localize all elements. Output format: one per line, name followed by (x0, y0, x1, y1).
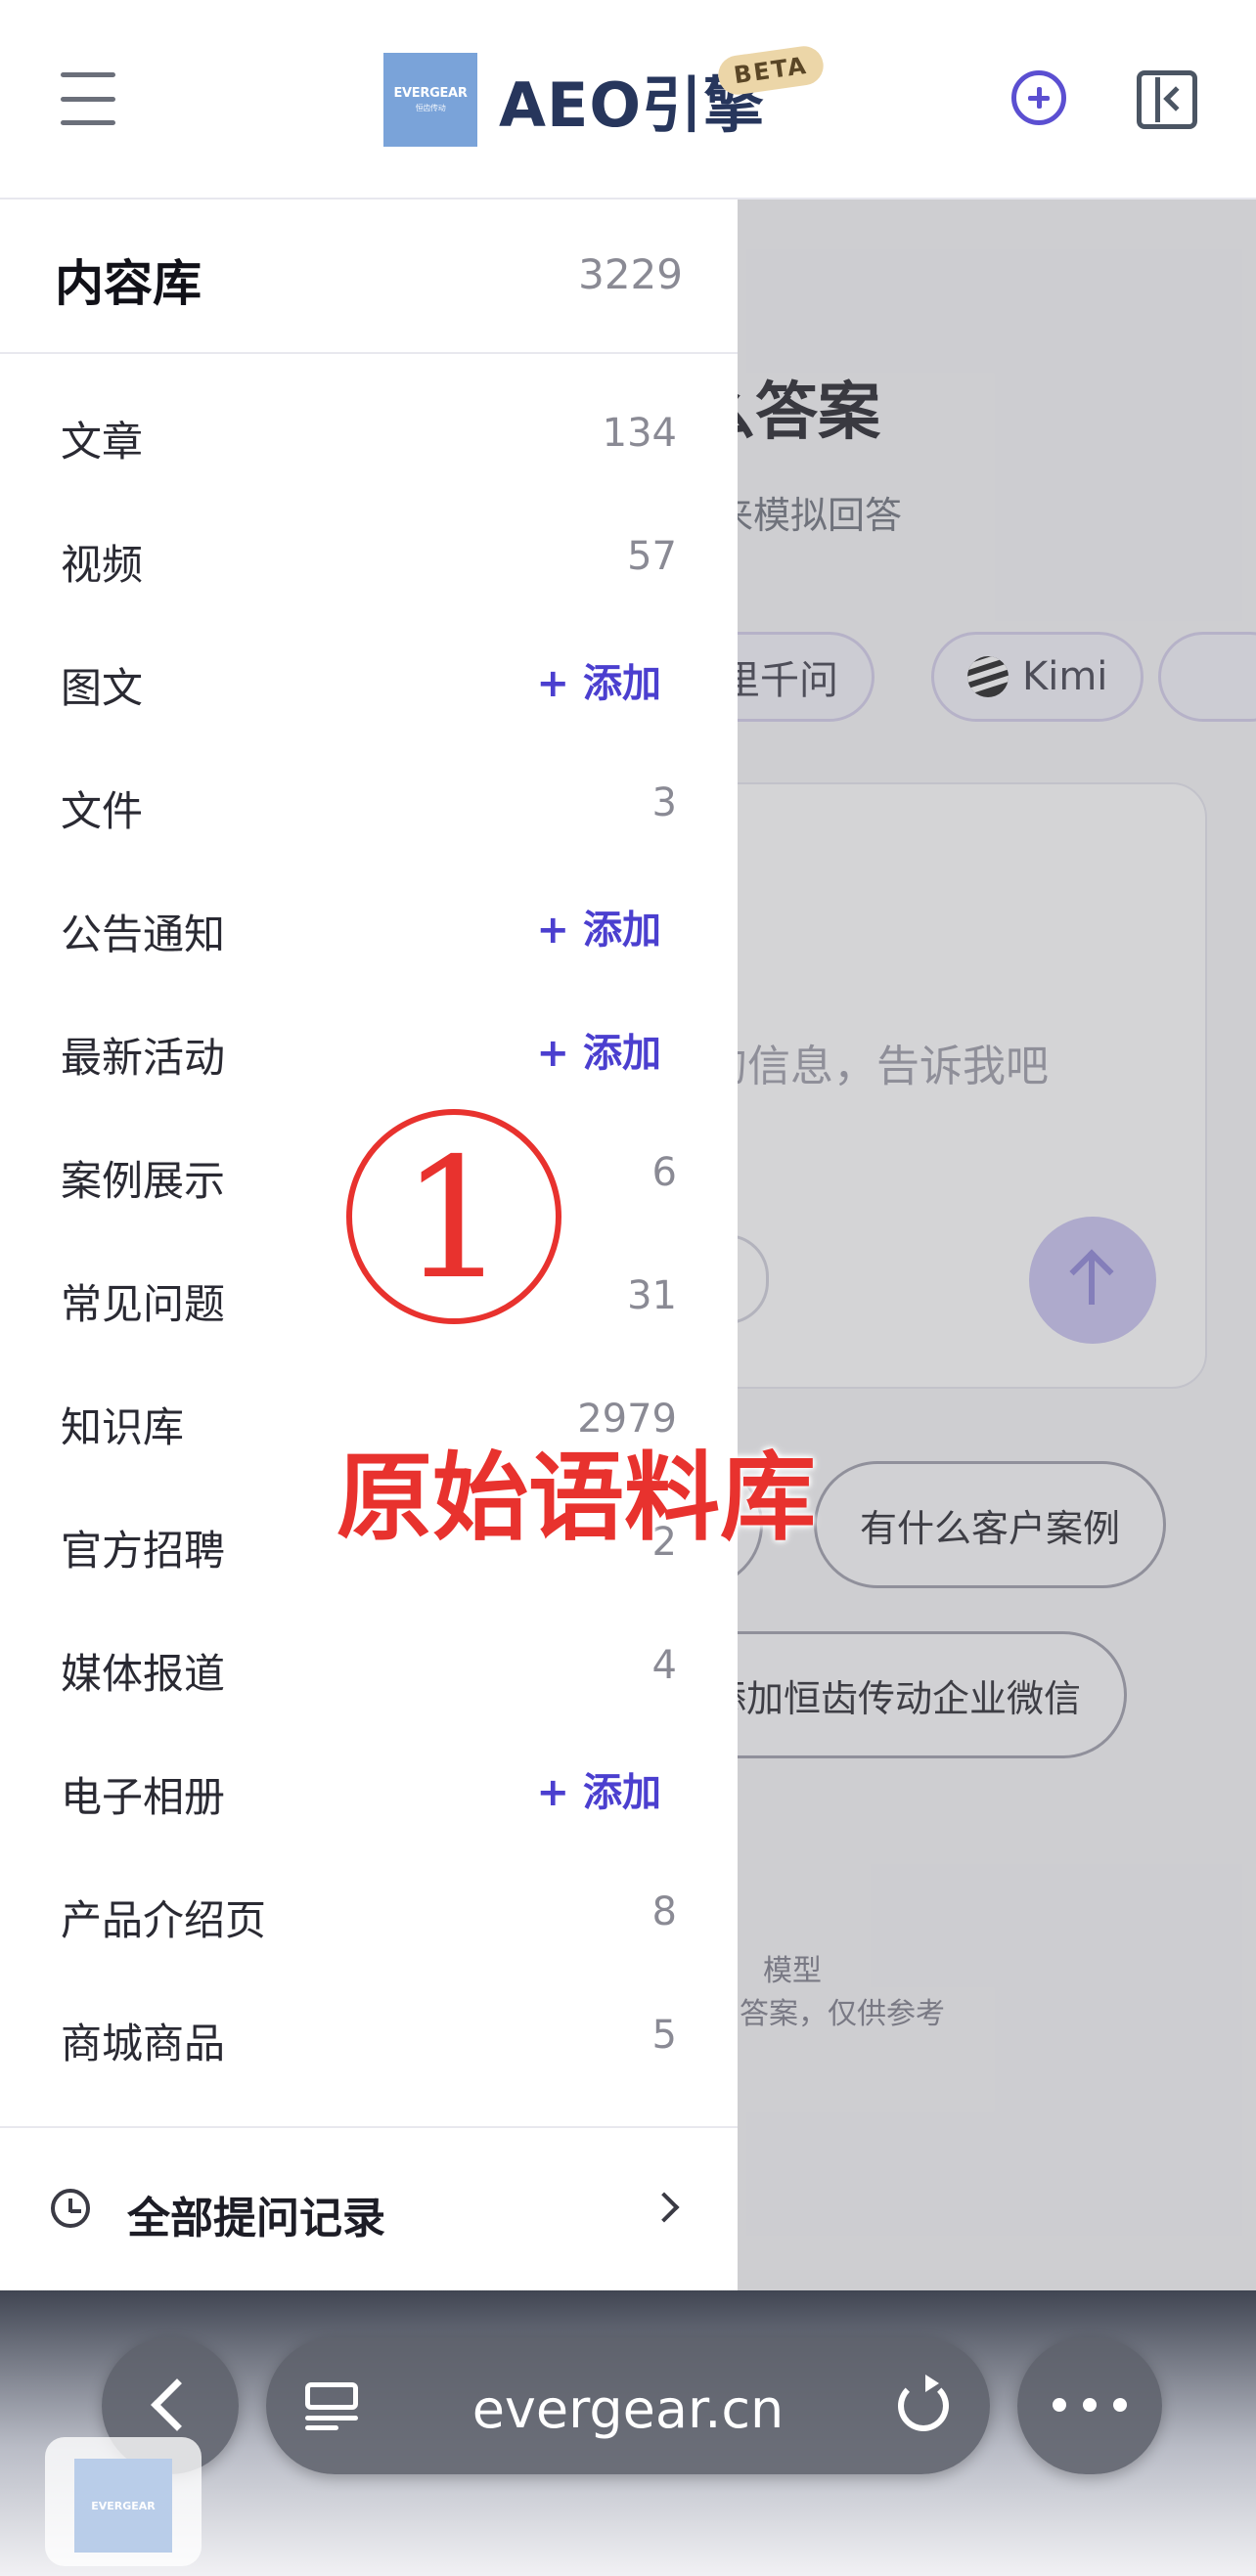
menu-icon[interactable] (61, 72, 115, 125)
new-chat-plus-icon[interactable] (1011, 70, 1066, 125)
category-item-media-reports[interactable]: 媒体报道 4 (0, 1608, 738, 1731)
category-label: 最新活动 (61, 1034, 226, 1082)
history-clock-icon (51, 2189, 90, 2228)
category-count: 3 (651, 780, 677, 825)
category-count: 31 (627, 1273, 677, 1318)
brand-logo[interactable]: EVERGEAR 恒齿传动 AEO引擎 BETA (383, 43, 827, 149)
annotation-label: 原始语料库 (336, 1443, 817, 1554)
drawer-total-count: 3229 (578, 250, 683, 298)
category-item-events[interactable]: 最新活动 + 添加 (0, 992, 738, 1115)
category-count: 6 (651, 1150, 677, 1195)
app-header: EVERGEAR 恒齿传动 AEO引擎 BETA (0, 0, 1256, 200)
thumbnail-logo: EVERGEAR (74, 2459, 172, 2553)
tab-thumbnail[interactable]: EVERGEAR (45, 2437, 202, 2566)
category-label: 媒体报道 (61, 1650, 226, 1698)
category-count: 57 (627, 534, 677, 579)
category-label: 视频 (61, 541, 144, 589)
add-button[interactable]: + 添加 (537, 1021, 661, 1078)
category-count: 5 (651, 2013, 677, 2058)
category-label: 图文 (61, 664, 144, 712)
category-item-e-album[interactable]: 电子相册 + 添加 (0, 1731, 738, 1854)
category-label: 产品介绍页 (61, 1896, 267, 1944)
category-label: 知识库 (61, 1403, 185, 1451)
category-label: 文章 (61, 418, 144, 466)
more-dots-icon (1053, 2398, 1127, 2414)
category-item-image-text[interactable]: 图文 + 添加 (0, 622, 738, 745)
category-item-videos[interactable]: 视频 57 (0, 499, 738, 622)
category-label: 官方招聘 (61, 1527, 226, 1575)
category-label: 文件 (61, 787, 144, 835)
logo-text: EVERGEAR (393, 86, 468, 101)
browser-address-bar[interactable]: evergear.cn (266, 2337, 990, 2474)
all-questions-history-link[interactable]: 全部提问记录 (0, 2126, 738, 2290)
reload-icon[interactable] (898, 2375, 949, 2431)
browser-more-button[interactable] (1017, 2337, 1162, 2474)
add-button[interactable]: + 添加 (537, 898, 661, 955)
beta-badge: BETA (715, 43, 827, 98)
chevron-right-icon (649, 2192, 680, 2223)
category-count: 134 (602, 411, 677, 456)
category-label: 公告通知 (61, 910, 226, 958)
sidebar-toggle-icon[interactable] (1137, 70, 1197, 129)
category-count: 4 (651, 1643, 677, 1688)
drawer-header: 内容库 3229 (0, 200, 738, 354)
annotation-number: 1 (400, 1123, 508, 1316)
category-item-product-pages[interactable]: 产品介绍页 8 (0, 1854, 738, 1977)
category-item-announcements[interactable]: 公告通知 + 添加 (0, 868, 738, 992)
category-label: 案例展示 (61, 1157, 226, 1205)
category-item-files[interactable]: 文件 3 (0, 745, 738, 868)
url-text: evergear.cn (471, 2378, 785, 2440)
drawer-title: 内容库 (55, 255, 202, 312)
category-label: 常见问题 (61, 1280, 226, 1328)
category-count: 8 (651, 1889, 677, 1934)
category-item-articles[interactable]: 文章 134 (0, 376, 738, 499)
add-button[interactable]: + 添加 (537, 1760, 661, 1817)
history-label: 全部提问记录 (127, 2194, 385, 2243)
category-label: 商城商品 (61, 2020, 226, 2067)
category-label: 电子相册 (61, 1773, 226, 1821)
logo-subtext: 恒齿传动 (415, 104, 446, 112)
evergear-logo: EVERGEAR 恒齿传动 (383, 53, 477, 147)
category-item-mall-products[interactable]: 商城商品 5 (0, 1977, 738, 2101)
annotation-number-circle: 1 (346, 1109, 561, 1324)
add-button[interactable]: + 添加 (537, 651, 661, 708)
chevron-left-icon (151, 2378, 203, 2431)
browser-toolbar: evergear.cn EVERGEAR (0, 2290, 1256, 2576)
